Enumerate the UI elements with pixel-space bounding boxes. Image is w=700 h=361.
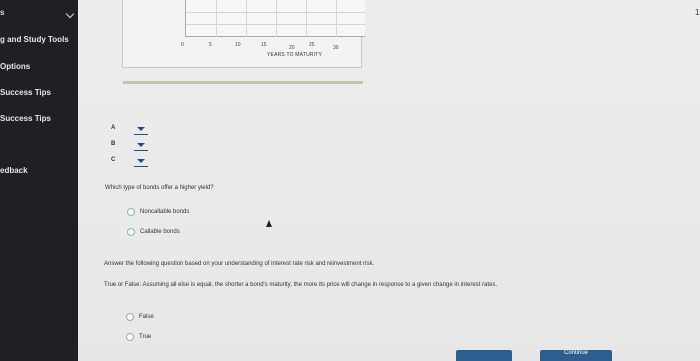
dropdown-underline: [134, 166, 148, 167]
grid-line: [186, 12, 366, 13]
dropdown-label: B: [111, 141, 116, 147]
sidebar-item-success-tips-2[interactable]: Success Tips: [0, 114, 51, 123]
sidebar-item-success-tips-1[interactable]: Success Tips: [0, 88, 51, 97]
dropdown-select-b[interactable]: [133, 141, 149, 152]
dropdown-select-c[interactable]: [133, 157, 149, 168]
secondary-button[interactable]: [456, 350, 512, 361]
x-tick-label: 10: [235, 42, 241, 48]
dropdown-label: A: [111, 125, 116, 131]
caret-down-icon: [137, 159, 145, 163]
option-label[interactable]: Noncallable bonds: [140, 209, 189, 215]
instruction-text: Answer the following question based on y…: [104, 261, 375, 267]
grid-line: [336, 0, 337, 37]
x-tick-label: 20: [289, 45, 295, 51]
corner-mark: 1: [695, 8, 700, 17]
chevron-down-icon[interactable]: [65, 9, 75, 19]
main-content: 3 0 5 10 15 20 25 30 YEARS TO MATURITY A…: [78, 0, 700, 361]
section-divider: [123, 81, 363, 84]
sidebar: s g and Study Tools Options Success Tips…: [0, 0, 78, 361]
question-yield: Which type of bonds offer a higher yield…: [105, 185, 214, 191]
grid-line: [276, 0, 277, 37]
radio-button[interactable]: [126, 313, 134, 321]
x-tick-label: 30: [333, 45, 339, 51]
dropdown-select-a[interactable]: [133, 125, 149, 136]
grid-line: [216, 0, 217, 37]
option-label[interactable]: False: [139, 314, 154, 320]
x-tick-label: 5: [209, 42, 212, 48]
chart-plot-area: [185, 0, 366, 37]
grid-line: [186, 24, 366, 25]
option-label[interactable]: True: [139, 334, 151, 340]
mouse-cursor-icon: [266, 220, 272, 227]
dropdown-underline: [134, 150, 148, 151]
sidebar-header-label: s: [0, 8, 5, 17]
option-label[interactable]: Callable bonds: [140, 229, 180, 235]
radio-button[interactable]: [126, 333, 134, 341]
grid-line: [246, 0, 247, 37]
caret-down-icon: [137, 127, 145, 131]
sidebar-item-feedback[interactable]: edback: [0, 166, 28, 175]
sidebar-item-study-tools[interactable]: g and Study Tools: [0, 35, 69, 44]
continue-button[interactable]: Continue: [540, 350, 612, 361]
x-tick-label: 0: [181, 42, 184, 48]
radio-button[interactable]: [127, 208, 135, 216]
radio-button[interactable]: [127, 228, 135, 236]
question-true-false: True or False: Assuming all else is equa…: [104, 282, 498, 288]
grid-line: [306, 0, 307, 37]
sidebar-item-options[interactable]: Options: [0, 62, 30, 71]
x-tick-label: 25: [309, 42, 315, 48]
dropdown-label: C: [111, 157, 116, 163]
x-tick-label: 15: [261, 42, 267, 48]
x-axis-label: YEARS TO MATURITY: [267, 52, 323, 58]
caret-down-icon: [137, 143, 145, 147]
yield-curve-chart: 3 0 5 10 15 20 25 30 YEARS TO MATURITY: [122, 0, 366, 68]
dropdown-underline: [134, 134, 148, 135]
sidebar-header[interactable]: s: [0, 8, 78, 22]
